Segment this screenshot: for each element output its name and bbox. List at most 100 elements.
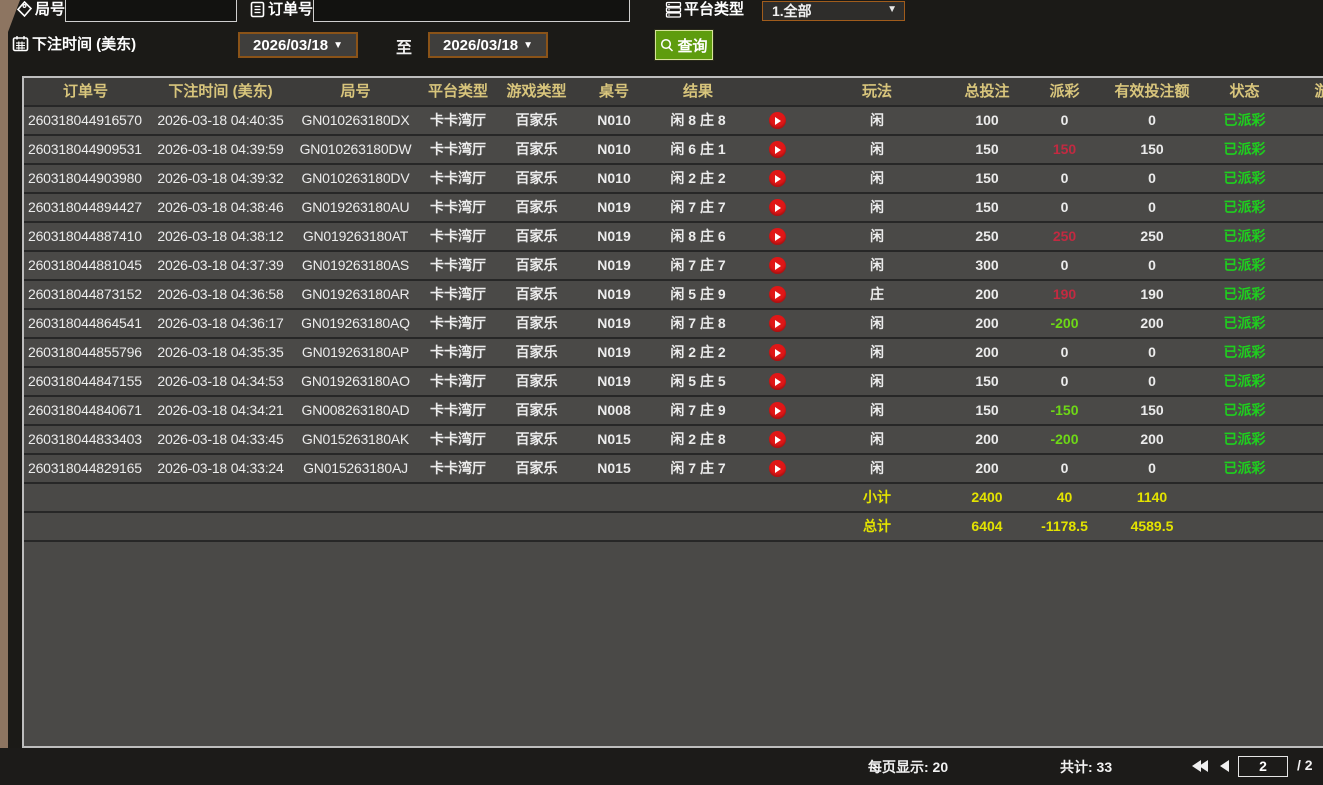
cell-round-id: GN008263180AD xyxy=(294,397,417,424)
table-row: 2603180448645412026-03-18 04:36:17GN0192… xyxy=(24,310,1323,339)
cell-game-type: 百家乐 xyxy=(499,165,574,192)
layers-icon xyxy=(665,1,682,18)
cell-valid-bet: 200 xyxy=(1097,426,1207,453)
replay-button xyxy=(742,426,812,453)
order-id-label: 订单号 xyxy=(268,0,313,19)
cell-play-type: 闲 xyxy=(812,368,942,395)
cell-round-id: GN010263180DV xyxy=(294,165,417,192)
replay-play-icon[interactable] xyxy=(769,141,786,158)
replay-play-icon[interactable] xyxy=(769,170,786,187)
grand-total-row: 总计 6404 -1178.5 4589.5 xyxy=(24,513,1323,542)
cell-result: 闲 2 庄 2 xyxy=(654,339,742,366)
cell-game-extra xyxy=(1282,368,1323,395)
cell-valid-bet: 0 xyxy=(1097,368,1207,395)
cell-platform: 卡卡湾厅 xyxy=(417,455,499,482)
cell-game-extra xyxy=(1282,339,1323,366)
cell-payout: 0 xyxy=(1032,368,1097,395)
cell-result: 闲 2 庄 8 xyxy=(654,426,742,453)
chevron-down-icon: ▼ xyxy=(887,4,897,15)
header-round-id: 局号 xyxy=(294,78,417,105)
first-page-button[interactable] xyxy=(1192,760,1208,772)
cell-total-bet: 200 xyxy=(942,281,1032,308)
cell-game-extra xyxy=(1282,252,1323,279)
round-id-input[interactable] xyxy=(65,0,237,22)
cell-platform: 卡卡湾厅 xyxy=(417,368,499,395)
header-bet-time: 下注时间 (美东) xyxy=(147,78,294,105)
cell-table-no: N015 xyxy=(574,426,654,453)
cell-game-extra xyxy=(1282,107,1323,134)
cell-game-type: 百家乐 xyxy=(499,310,574,337)
replay-button xyxy=(742,194,812,221)
cell-play-type: 闲 xyxy=(812,194,942,221)
platform-type-select[interactable]: 1.全部 ▼ xyxy=(762,1,905,21)
cell-payout: 0 xyxy=(1032,252,1097,279)
date-to-picker[interactable]: 2026/03/18 ▼ xyxy=(428,32,548,58)
replay-play-icon[interactable] xyxy=(769,112,786,129)
grand-total-label: 总计 xyxy=(812,513,942,540)
cell-result: 闲 7 庄 8 xyxy=(654,310,742,337)
cell-total-bet: 150 xyxy=(942,165,1032,192)
pagination-bar: 每页显示: 20 共计: 33 2 / 2 xyxy=(0,748,1323,785)
cell-platform: 卡卡湾厅 xyxy=(417,194,499,221)
cell-status: 已派彩 xyxy=(1207,194,1282,221)
replay-play-icon[interactable] xyxy=(769,257,786,274)
cell-game-extra xyxy=(1282,165,1323,192)
cell-play-type: 闲 xyxy=(812,165,942,192)
cell-play-type: 闲 xyxy=(812,310,942,337)
replay-play-icon[interactable] xyxy=(769,315,786,332)
cell-round-id: GN019263180AS xyxy=(294,252,417,279)
replay-play-icon[interactable] xyxy=(769,431,786,448)
cell-round-id: GN015263180AJ xyxy=(294,455,417,482)
bet-records-table: 订单号 下注时间 (美东) 局号 平台类型 游戏类型 桌号 结果 玩法 总投注 … xyxy=(22,76,1323,748)
cell-order-id: 260318044873152 xyxy=(24,281,147,308)
cell-game-type: 百家乐 xyxy=(499,223,574,250)
cell-bet-time: 2026-03-18 04:40:35 xyxy=(147,107,294,134)
cell-status: 已派彩 xyxy=(1207,426,1282,453)
subtotal-valid-bet: 1140 xyxy=(1097,484,1207,511)
cell-table-no: N019 xyxy=(574,252,654,279)
cell-play-type: 闲 xyxy=(812,223,942,250)
replay-play-icon[interactable] xyxy=(769,344,786,361)
cell-game-type: 百家乐 xyxy=(499,455,574,482)
cell-status: 已派彩 xyxy=(1207,281,1282,308)
cell-order-id: 260318044894427 xyxy=(24,194,147,221)
cell-platform: 卡卡湾厅 xyxy=(417,223,499,250)
replay-play-icon[interactable] xyxy=(769,460,786,477)
cell-order-id: 260318044881045 xyxy=(24,252,147,279)
table-row: 2603180449039802026-03-18 04:39:32GN0102… xyxy=(24,165,1323,194)
cell-round-id: GN019263180AU xyxy=(294,194,417,221)
search-button[interactable]: 查询 xyxy=(655,30,713,60)
cell-payout: -150 xyxy=(1032,397,1097,424)
cell-status: 已派彩 xyxy=(1207,223,1282,250)
replay-play-icon[interactable] xyxy=(769,402,786,419)
table-row: 2603180448874102026-03-18 04:38:12GN0192… xyxy=(24,223,1323,252)
cell-platform: 卡卡湾厅 xyxy=(417,426,499,453)
replay-play-icon[interactable] xyxy=(769,199,786,216)
subtotal-payout: 40 xyxy=(1032,484,1097,511)
cell-valid-bet: 0 xyxy=(1097,107,1207,134)
replay-button xyxy=(742,397,812,424)
table-header-row: 订单号 下注时间 (美东) 局号 平台类型 游戏类型 桌号 结果 玩法 总投注 … xyxy=(24,78,1323,107)
cell-table-no: N019 xyxy=(574,194,654,221)
replay-button xyxy=(742,368,812,395)
order-id-input[interactable] xyxy=(313,0,630,22)
date-from-picker[interactable]: 2026/03/18 ▼ xyxy=(238,32,358,58)
cell-order-id: 260318044864541 xyxy=(24,310,147,337)
cell-order-id: 260318044916570 xyxy=(24,107,147,134)
table-row: 2603180448557962026-03-18 04:35:35GN0192… xyxy=(24,339,1323,368)
previous-page-button[interactable] xyxy=(1220,760,1229,772)
search-button-label: 查询 xyxy=(677,35,707,56)
cell-status: 已派彩 xyxy=(1207,310,1282,337)
cell-valid-bet: 200 xyxy=(1097,310,1207,337)
cell-game-type: 百家乐 xyxy=(499,368,574,395)
replay-play-icon[interactable] xyxy=(769,228,786,245)
replay-button xyxy=(742,281,812,308)
replay-play-icon[interactable] xyxy=(769,286,786,303)
cell-game-extra xyxy=(1282,136,1323,163)
replay-play-icon[interactable] xyxy=(769,373,786,390)
header-order-id: 订单号 xyxy=(24,78,147,105)
platform-type-value: 1.全部 xyxy=(772,1,812,21)
subtotal-row: 小计 2400 40 1140 xyxy=(24,484,1323,513)
page-number-input[interactable]: 2 xyxy=(1238,756,1288,777)
total-count-label: 共计: 33 xyxy=(1060,757,1112,777)
